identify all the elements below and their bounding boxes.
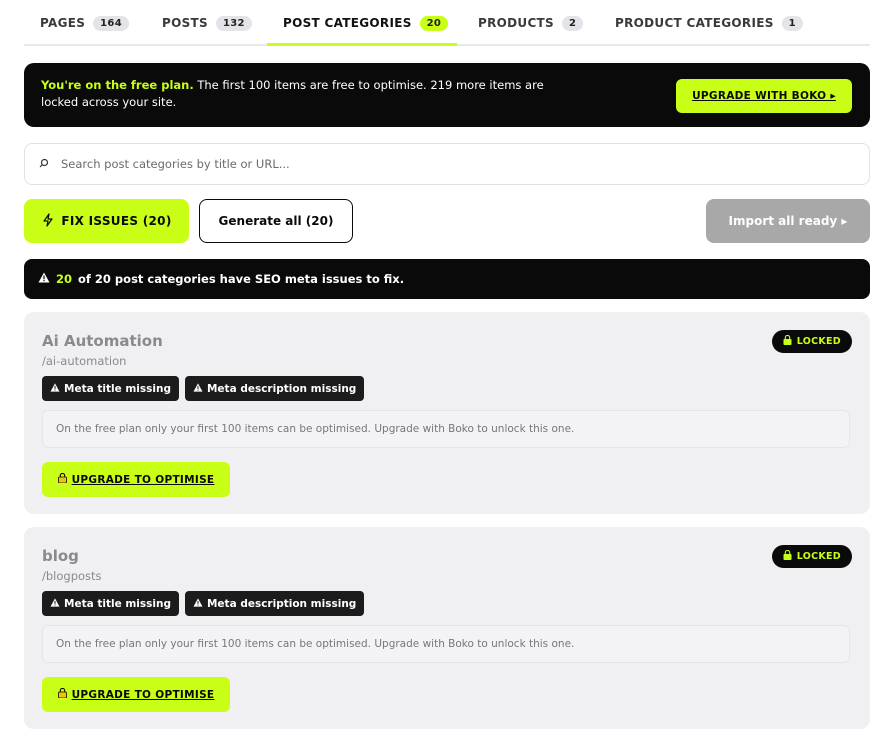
tab-post-categories[interactable]: POST CATEGORIES 20 [283,0,449,46]
tab-label: POST CATEGORIES [283,16,412,30]
banner-text: You're on the free plan. The first 100 i… [41,77,581,111]
search-icon [39,157,49,171]
warning-icon [50,597,60,610]
generate-all-button[interactable]: Generate all (20) [199,199,353,243]
issue-tag: Meta title missing [42,376,179,401]
issue-tag: Meta title missing [42,591,179,616]
upgrade-to-optimise-button[interactable]: UPGRADE TO OPTIMISE [42,677,230,712]
locked-badge: LOCKED [771,545,852,568]
tab-label: PAGES [40,16,86,30]
category-card: Ai Automation /ai-automation LOCKED Meta… [24,312,870,514]
upgrade-to-optimise-label: UPGRADE TO OPTIMISE [71,473,215,486]
issue-tag-label: Meta title missing [64,597,171,610]
lightning-icon [41,212,55,230]
tab-product-categories[interactable]: PRODUCT CATEGORIES 1 [615,0,803,46]
warning-icon [50,382,60,395]
issue-tag: Meta description missing [184,591,365,616]
locked-badge: LOCKED [771,330,852,353]
locked-note: On the free plan only your first 100 ite… [42,625,850,663]
card-slug: /ai-automation [42,354,127,368]
issue-tag-label: Meta title missing [64,382,171,395]
issue-tags: Meta title missing Meta description miss… [42,591,365,616]
issues-summary-bar: 20 of 20 post categories have SEO meta i… [24,259,870,299]
fix-issues-label: FIX ISSUES (20) [61,214,172,228]
issue-tags: Meta title missing Meta description miss… [42,376,365,401]
upgrade-to-optimise-button[interactable]: UPGRADE TO OPTIMISE [42,462,230,497]
issue-tag-label: Meta description missing [206,382,357,395]
tab-count: 132 [215,15,252,31]
card-slug: /blogposts [42,569,102,583]
issue-tag: Meta description missing [184,376,365,401]
locked-note: On the free plan only your first 100 ite… [42,410,850,448]
issues-count: 20 [56,272,73,286]
lock-icon [57,472,67,486]
tab-label: POSTS [162,16,208,30]
card-title: Ai Automation [42,332,163,350]
card-title: blog [42,547,79,565]
tab-pages[interactable]: PAGES 164 [40,0,129,46]
tab-label: PRODUCTS [478,16,554,30]
tab-count: 1 [781,15,803,31]
lock-icon [57,687,67,701]
tab-count: 164 [93,15,129,31]
import-all-ready-button[interactable]: Import all ready ▸ [706,199,870,243]
lock-icon [783,334,792,348]
search-bar [24,143,870,185]
fix-issues-button[interactable]: FIX ISSUES (20) [24,199,189,243]
tab-count: 2 [561,15,584,31]
warning-icon [193,382,203,395]
active-tab-indicator [267,43,457,46]
warning-icon [193,597,203,610]
locked-label: LOCKED [796,336,841,347]
tab-count: 20 [419,15,449,31]
tab-posts[interactable]: POSTS 132 [162,0,252,46]
locked-label: LOCKED [796,551,841,562]
upgrade-to-optimise-label: UPGRADE TO OPTIMISE [71,688,215,701]
search-input[interactable] [61,157,821,171]
upgrade-with-boko-button[interactable]: UPGRADE WITH BOKO ▸ [676,79,852,113]
category-card: blog /blogposts LOCKED Meta title missin… [24,527,870,729]
banner-highlight: You're on the free plan. [41,78,194,92]
tab-products[interactable]: PRODUCTS 2 [478,0,584,46]
issues-text: of 20 post categories have SEO meta issu… [78,272,405,286]
warning-icon [38,272,50,286]
lock-icon [783,549,792,563]
tab-label: PRODUCT CATEGORIES [615,16,774,30]
tab-bar: PAGES 164 POSTS 132 POST CATEGORIES 20 P… [24,0,870,46]
issue-tag-label: Meta description missing [206,597,357,610]
free-plan-banner: You're on the free plan. The first 100 i… [24,63,870,127]
